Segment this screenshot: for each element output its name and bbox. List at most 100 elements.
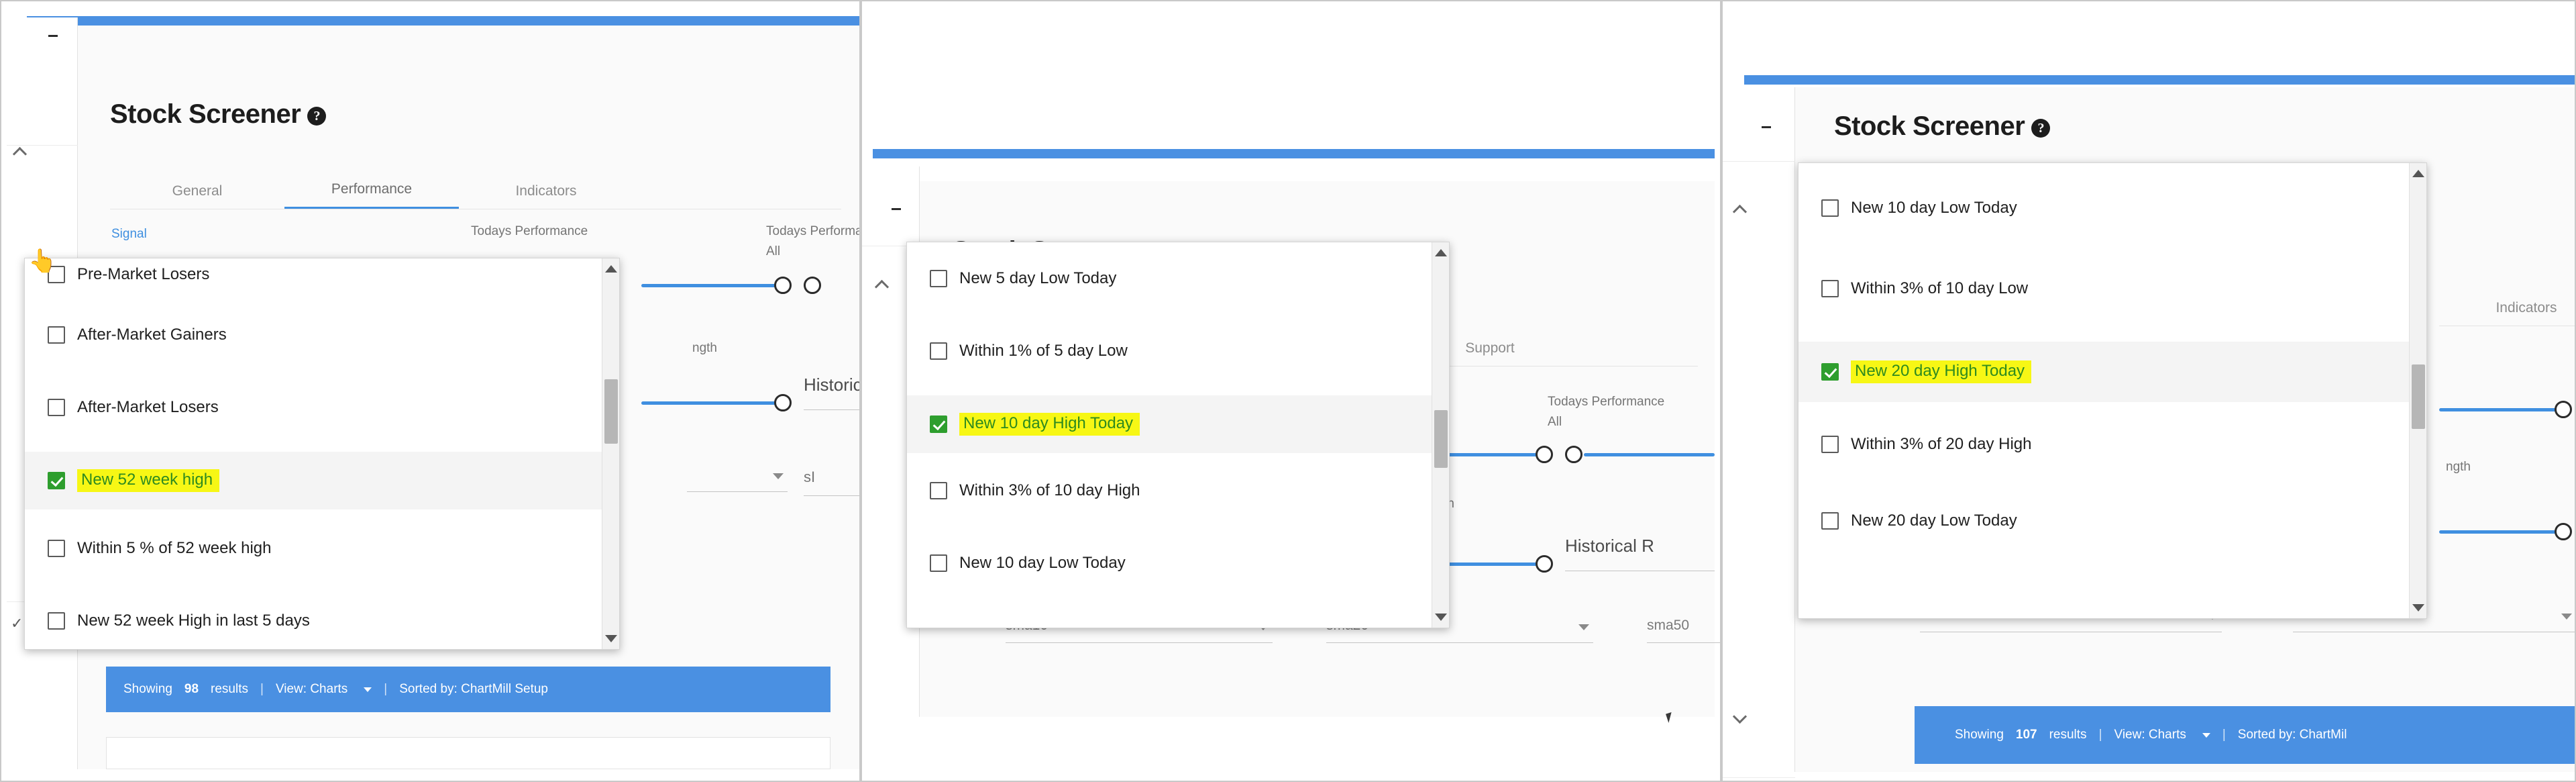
dropdown-item-selected[interactable]: New 10 day High Today (907, 395, 1449, 453)
results-showing-suffix: results (211, 682, 248, 696)
slider-knob-2[interactable] (1536, 555, 1553, 573)
signal-dropdown-2[interactable]: New 5 day Low Today Within 1% of 5 day L… (906, 242, 1450, 628)
dropdown-item[interactable]: New 52 week High in last 5 days (25, 599, 619, 642)
page-title: Stock Screener? (1834, 111, 2051, 142)
scroll-down-arrow-icon[interactable] (605, 635, 617, 642)
chevron-up-icon[interactable] (12, 146, 28, 162)
historical-field-underline (804, 409, 859, 410)
minus-icon[interactable] (48, 35, 58, 37)
chevron-down-icon[interactable] (1578, 624, 1589, 630)
dropdown-item[interactable]: Within 1% of 5 day Low (907, 330, 1449, 373)
sma50-select[interactable]: sma50 (1647, 616, 1720, 643)
dropdown-item[interactable]: Within 3% of 10 day High (907, 469, 1449, 512)
dropdown-item-label: New 10 day Low Today (959, 554, 1126, 572)
scrollbar-thumb[interactable] (604, 379, 618, 444)
sma-field-underline (804, 495, 859, 496)
slider-knob-1a[interactable] (1536, 446, 1553, 463)
scroll-up-arrow-icon[interactable] (2412, 170, 2424, 177)
dropdown-item[interactable]: After-Market Gainers (25, 313, 619, 356)
checkbox-icon[interactable] (48, 399, 65, 416)
chevron-up-icon[interactable] (874, 279, 890, 295)
dropdown-item[interactable]: Pre-Market Losers (25, 258, 619, 296)
slider-knob-1b[interactable] (1565, 446, 1582, 463)
help-icon[interactable]: ? (2031, 119, 2051, 138)
sma-select-1[interactable] (687, 465, 788, 492)
results-view-label[interactable]: View: Charts (276, 682, 347, 697)
chevron-down-icon[interactable] (2202, 732, 2210, 738)
scroll-up-arrow-icon[interactable] (1435, 249, 1447, 256)
slider-track-1[interactable] (2439, 408, 2563, 411)
dropdown-item[interactable]: Within 3% of 20 day High (1799, 421, 2426, 468)
chevron-down-icon[interactable] (1732, 709, 1748, 724)
signal-dropdown-list-1: Pre-Market Losers After-Market Gainers A… (25, 258, 619, 649)
tab-performance[interactable]: Performance (284, 181, 459, 209)
checkbox-icon[interactable] (930, 554, 947, 572)
tab-general[interactable]: General (110, 183, 284, 209)
checkbox-icon[interactable] (1821, 280, 1839, 297)
results-sorted-label[interactable]: Sorted by: ChartMill Setup (399, 682, 548, 697)
scroll-down-arrow-icon[interactable] (2412, 604, 2424, 612)
slider-track-2[interactable] (2439, 530, 2563, 534)
dropdown-item[interactable]: New 20 day Low Today (1799, 497, 2426, 544)
slider-knob-1[interactable] (2555, 401, 2572, 418)
dropdown-item[interactable]: Within 5 % of 52 week high (25, 527, 619, 570)
minus-icon[interactable] (892, 208, 901, 210)
results-count: 98 (184, 682, 199, 696)
slider-knob-2[interactable] (2555, 523, 2572, 540)
scrollbar-thumb[interactable] (1434, 410, 1448, 468)
signal-dropdown-3[interactable]: New 10 day Low Today Within 3% of 10 day… (1798, 162, 2427, 619)
checkbox-icon[interactable] (930, 270, 947, 287)
slider-knob-1a[interactable] (774, 277, 792, 294)
help-icon[interactable]: ? (307, 107, 327, 126)
results-view-label[interactable]: View: Charts (2114, 728, 2186, 742)
tab-indicators[interactable]: Indicators (459, 183, 633, 209)
dropdown-item[interactable]: New 10 day Low Today (907, 542, 1449, 585)
dropdown-item[interactable]: New 5 day Low Today (907, 257, 1449, 300)
dropdown-scrollbar-3[interactable] (2409, 163, 2426, 618)
checkbox-icon[interactable] (1821, 512, 1839, 530)
dropdown-item[interactable]: New 10 day Low Today (1799, 185, 2426, 232)
checkbox-icon[interactable] (930, 482, 947, 499)
dropdown-scrollbar-2[interactable] (1432, 242, 1449, 628)
screenshot-strip: ✓ Stock Screener? General Performance In… (0, 0, 2576, 782)
slider-track-2[interactable] (641, 401, 782, 405)
scrollbar-thumb[interactable] (2412, 364, 2425, 429)
dropdown-item-selected[interactable]: New 20 day High Today (1799, 342, 2426, 402)
results-sep-2: | (2222, 728, 2226, 742)
chevron-down-icon[interactable] (364, 687, 372, 692)
check-icon[interactable]: ✓ (11, 615, 23, 632)
slider-track-1-right[interactable] (1584, 453, 1715, 456)
tab-indicators[interactable]: Indicators (2439, 300, 2575, 326)
todays-performance-all-label-2: Todays Performance (766, 224, 861, 238)
dropdown-scrollbar-1[interactable] (602, 258, 619, 649)
screenshot-panel-1: ✓ Stock Screener? General Performance In… (0, 0, 861, 782)
checkbox-icon[interactable] (48, 612, 65, 630)
signal-dropdown-1[interactable]: Pre-Market Losers After-Market Gainers A… (24, 258, 620, 650)
results-count: 107 (2015, 728, 2037, 742)
checkbox-icon[interactable] (1821, 436, 1839, 453)
checkbox-checked-icon[interactable] (930, 416, 947, 433)
page-title: Stock Screener? (110, 99, 327, 130)
scroll-down-arrow-icon[interactable] (1435, 614, 1447, 621)
slider-track-1[interactable] (641, 284, 782, 287)
chevron-up-icon[interactable] (1732, 204, 1748, 219)
slider-knob-1b[interactable] (804, 277, 821, 294)
checkbox-icon[interactable] (48, 540, 65, 557)
results-sorted-label[interactable]: Sorted by: ChartMil (2238, 728, 2347, 742)
checkbox-checked-icon[interactable] (48, 472, 65, 489)
checkbox-icon[interactable] (48, 326, 65, 344)
chevron-down-icon[interactable] (2561, 614, 2572, 620)
checkbox-icon[interactable] (1821, 199, 1839, 217)
checkbox-checked-icon[interactable] (1821, 363, 1839, 381)
scroll-up-arrow-icon[interactable] (605, 265, 617, 273)
dropdown-item-selected[interactable]: New 52 week high (25, 452, 619, 509)
chevron-down-icon[interactable] (773, 473, 784, 479)
minus-icon[interactable] (1762, 126, 1771, 128)
signal-field-link[interactable]: Signal (111, 227, 147, 242)
slider-knob-2[interactable] (774, 394, 792, 411)
screener-tabs-1: General Performance Indicators (110, 173, 841, 209)
dropdown-item[interactable]: Within 3% of 10 day Low (1799, 265, 2426, 312)
dropdown-item[interactable]: After-Market Losers (25, 386, 619, 429)
checkbox-icon[interactable] (930, 342, 947, 360)
app-window-3: Stock Screener? Indicators ngth sma10 sm… (1723, 1, 2575, 781)
